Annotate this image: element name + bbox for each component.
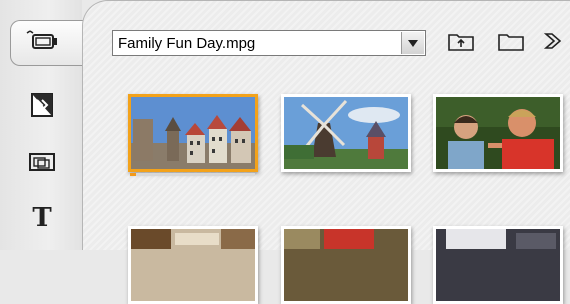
windmill-image — [284, 97, 408, 169]
clip-progress-bar — [130, 173, 255, 176]
arrow-icon — [542, 30, 568, 57]
folder-icon — [497, 30, 525, 57]
file-selector-dropdown[interactable]: Family Fun Day.mpg — [112, 30, 426, 56]
clip-thumbnail-row2-1[interactable] — [128, 226, 258, 304]
clip-thumbnail-row2-2[interactable] — [281, 226, 411, 304]
video-clips-icon — [25, 29, 59, 58]
row2-3-image — [436, 229, 560, 301]
folder-up-button[interactable] — [446, 30, 476, 56]
open-folder-button[interactable] — [496, 30, 526, 56]
transitions-icon — [29, 91, 55, 124]
sidebar-item-still-images[interactable] — [22, 146, 62, 182]
navigate-button[interactable] — [540, 30, 570, 56]
two-people-image — [436, 97, 560, 169]
file-selector-value: Family Fun Day.mpg — [118, 34, 256, 52]
row2-2-image — [284, 229, 408, 301]
clip-progress-fill — [130, 173, 136, 176]
clip-thumbnail-town-square[interactable] — [128, 94, 258, 172]
clip-thumbnail-two-people[interactable] — [433, 94, 563, 172]
dropdown-arrow-icon[interactable] — [401, 32, 424, 54]
clip-thumbnail-windmill[interactable] — [281, 94, 411, 172]
still-images-icon — [28, 151, 56, 178]
folder-up-icon — [447, 30, 475, 57]
sidebar-item-titles[interactable]: T — [22, 200, 62, 236]
sidebar-item-transitions[interactable] — [22, 89, 62, 125]
clip-thumbnail-row2-3[interactable] — [433, 226, 563, 304]
sidebar-rail: T — [0, 0, 96, 250]
row2-1-image — [131, 229, 255, 301]
titles-icon: T — [32, 203, 52, 233]
town-square-image — [131, 97, 255, 169]
